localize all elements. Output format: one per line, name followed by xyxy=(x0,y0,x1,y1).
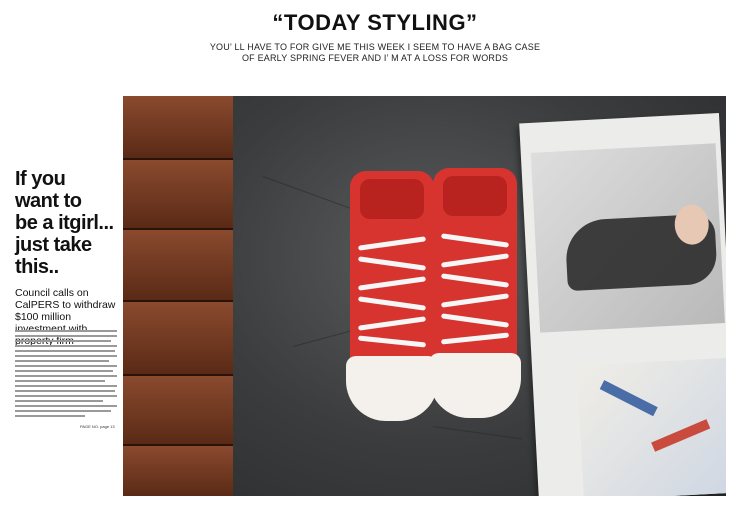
headline-line-1: If you xyxy=(15,168,66,190)
page-title: “TODAY STYLING” xyxy=(272,10,478,35)
headline-line-3: be a itgirl... xyxy=(15,212,114,234)
headline-line-5: this.. xyxy=(15,256,59,278)
subtitle-line-1: YOU’ LL HAVE TO FOR GIVE ME THIS WEEK I … xyxy=(209,42,541,52)
red-sneaker-left xyxy=(346,171,438,421)
article-deck: Council calls on CalPERS to withdraw $10… xyxy=(15,287,116,347)
headline-line-4: just take xyxy=(15,234,92,256)
page-number: PAGE NO. page 13 xyxy=(80,424,115,429)
headline-line-2: want to xyxy=(15,190,82,212)
subtitle-line-2: OF EARLY SPRING FEVER AND I’ M AT A LOSS… xyxy=(241,53,509,63)
red-sneaker-right xyxy=(429,168,521,418)
magazine-prop xyxy=(519,113,726,496)
wood-planks xyxy=(123,96,241,496)
product-photo xyxy=(123,96,726,496)
